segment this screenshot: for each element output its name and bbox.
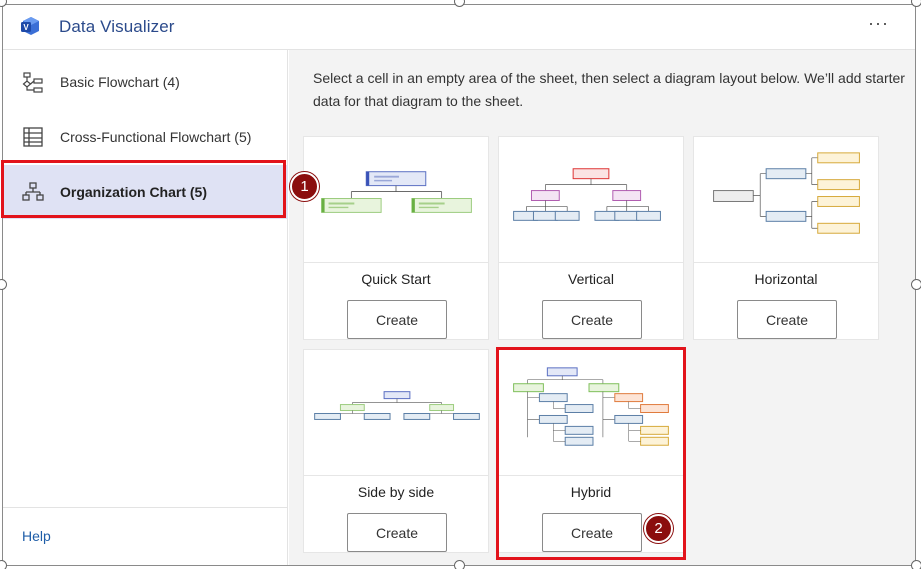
sidebar-footer: Help	[3, 507, 287, 565]
card-title: Hybrid	[570, 484, 612, 500]
hybrid-preview-image	[499, 367, 683, 476]
layout-panel: Select a cell in an empty area of the sh…	[289, 50, 915, 565]
sidebar-item-label: Organization Chart (5)	[60, 184, 208, 200]
sidebar-item-organization-chart[interactable]: Organization Chart (5)	[3, 165, 288, 219]
card-title: Side by side	[357, 484, 435, 500]
resize-handle[interactable]	[454, 560, 465, 569]
horizontal-preview-image	[694, 152, 878, 263]
create-button-side-by-side[interactable]: Create	[347, 513, 447, 552]
visio-logo-icon: V	[21, 17, 39, 35]
resize-handle[interactable]	[0, 560, 7, 569]
help-link[interactable]: Help	[22, 528, 51, 544]
table-grid-icon	[23, 127, 43, 147]
create-button-vertical[interactable]: Create	[542, 300, 642, 339]
sidebar: Basic Flowchart (4) Cross-Functional Flo…	[3, 50, 288, 565]
more-options-button[interactable]: ···	[868, 13, 889, 34]
create-button-hybrid[interactable]: Create	[542, 513, 642, 552]
create-button-horizontal[interactable]: Create	[737, 300, 837, 339]
svg-text:V: V	[23, 23, 29, 32]
sidebar-item-cross-functional-flowchart[interactable]: Cross-Functional Flowchart (5)	[3, 110, 288, 164]
layout-card-vertical[interactable]: Vertical Create	[498, 136, 684, 340]
step-badge-2: 2	[644, 514, 673, 543]
card-title: Quick Start	[361, 271, 431, 287]
app-title: Data Visualizer	[59, 17, 175, 36]
vertical-preview-image	[499, 168, 683, 263]
layout-card-side-by-side[interactable]: Side by side Create	[303, 349, 489, 553]
sidebar-item-label: Cross-Functional Flowchart (5)	[60, 129, 252, 145]
flowchart-icon	[22, 72, 43, 93]
resize-handle[interactable]	[911, 560, 921, 569]
task-pane: V Data Visualizer ··· Basic Flowchart (4…	[2, 4, 916, 566]
card-title: Vertical	[568, 271, 614, 287]
step-badge-1: 1	[290, 172, 319, 201]
card-title: Horizontal	[754, 271, 818, 287]
resize-handle[interactable]	[911, 0, 921, 7]
resize-handle[interactable]	[911, 279, 921, 290]
layout-card-horizontal[interactable]: Horizontal Create	[693, 136, 879, 340]
instructions-text: Select a cell in an empty area of the sh…	[313, 70, 905, 109]
create-button-quick-start[interactable]: Create	[347, 300, 447, 339]
sidebar-item-label: Basic Flowchart (4)	[60, 74, 180, 90]
org-chart-icon	[22, 182, 44, 201]
quick-start-preview-image	[304, 171, 488, 263]
pane-header: V Data Visualizer ···	[3, 5, 915, 50]
side-by-side-preview-image	[304, 391, 488, 476]
layout-card-quick-start[interactable]: Quick Start Create	[303, 136, 489, 340]
sidebar-item-basic-flowchart[interactable]: Basic Flowchart (4)	[3, 55, 288, 109]
